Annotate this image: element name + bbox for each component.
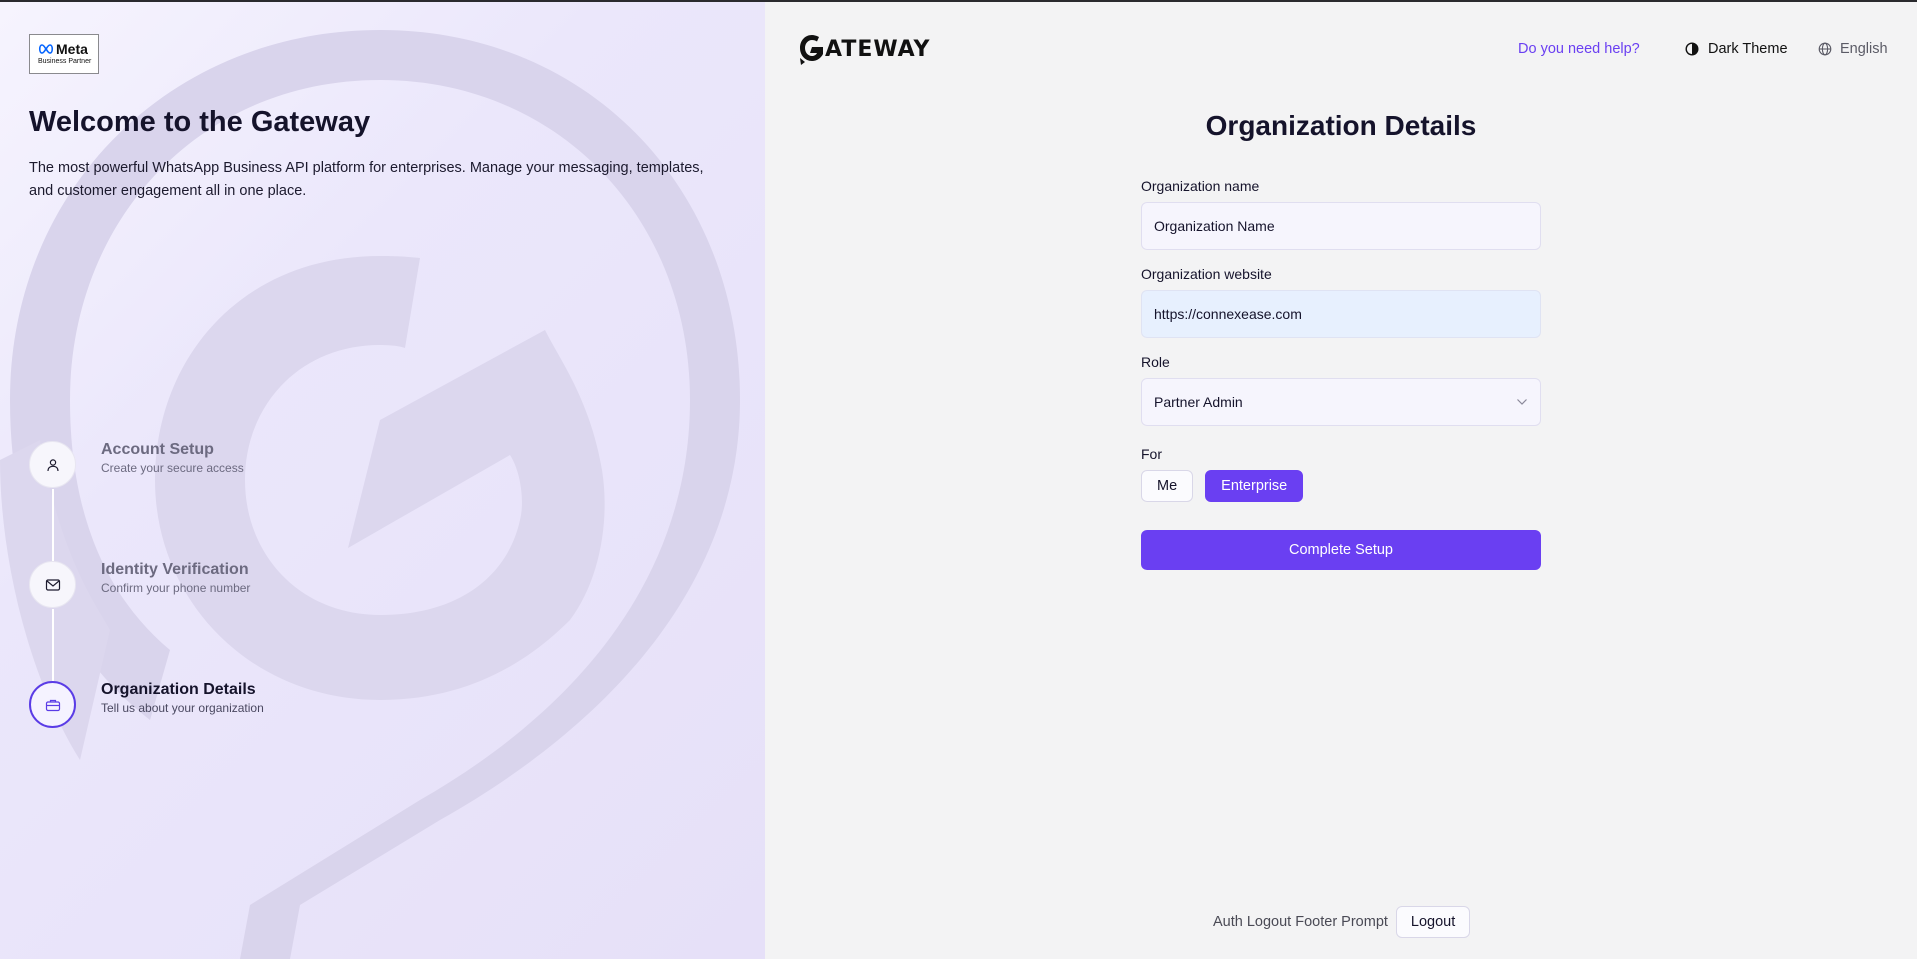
- org-website-label: Organization website: [1141, 266, 1272, 282]
- auth-footer: Auth Logout Footer Prompt Logout: [1213, 906, 1471, 938]
- theme-toggle-label: Dark Theme: [1708, 41, 1788, 57]
- globe-icon: [1818, 42, 1832, 56]
- step-connector: [52, 489, 54, 561]
- form-title: Organization Details: [1205, 110, 1477, 141]
- meta-infinity-icon: [38, 44, 54, 54]
- chevron-down-icon: [1517, 399, 1527, 405]
- for-option-enterprise[interactable]: Enterprise: [1205, 470, 1304, 502]
- role-selected-value: Partner Admin: [1154, 394, 1243, 410]
- step-connector: [52, 609, 54, 681]
- step-circle: [29, 561, 76, 608]
- welcome-title: Welcome to the Gateway: [29, 106, 371, 138]
- meta-business-partner-badge: Meta Business Partner: [29, 34, 99, 74]
- role-label: Role: [1141, 354, 1170, 370]
- role-select[interactable]: Partner Admin: [1141, 378, 1541, 426]
- gateway-logo: ATEWAY: [797, 32, 930, 66]
- org-website-field[interactable]: [1141, 290, 1541, 338]
- org-name-field[interactable]: [1141, 202, 1541, 250]
- welcome-intro: The most powerful WhatsApp Business API …: [29, 160, 704, 199]
- step-identity-verification: Identity Verification Confirm your phone…: [29, 561, 349, 609]
- for-toggle-group: Me Enterprise: [1141, 470, 1541, 502]
- gateway-wordmark: ATEWAY: [825, 36, 931, 62]
- step-description: Tell us about your organization: [101, 701, 264, 715]
- meta-badge-subtitle: Business Partner: [38, 58, 92, 65]
- complete-setup-button[interactable]: Complete Setup: [1141, 530, 1541, 570]
- language-label: English: [1840, 41, 1888, 57]
- step-circle-active: [29, 681, 76, 728]
- step-description: Create your secure access: [101, 461, 244, 475]
- gateway-g-icon: [800, 35, 823, 65]
- logout-button[interactable]: Logout: [1395, 906, 1471, 938]
- logout-footer-prompt: Auth Logout Footer Prompt: [1213, 914, 1388, 930]
- window-top-border: [0, 0, 1917, 2]
- step-title: Identity Verification: [101, 561, 249, 578]
- step-circle: [29, 441, 76, 488]
- org-name-label: Organization name: [1141, 178, 1260, 194]
- organization-form: Organization Details Organization name O…: [1141, 110, 1541, 570]
- user-icon: [46, 458, 59, 471]
- org-website-input[interactable]: [1154, 306, 1528, 322]
- welcome-panel: Meta Business Partner Welcome to the Gat…: [0, 0, 765, 959]
- briefcase-icon: [45, 699, 60, 711]
- step-title: Account Setup: [101, 441, 214, 458]
- form-panel: ATEWAY Do you need help? Dark Theme Engl…: [765, 0, 1917, 959]
- language-selector[interactable]: English: [1818, 41, 1888, 57]
- step-title: Organization Details: [101, 681, 256, 698]
- step-description: Confirm your phone number: [101, 581, 251, 595]
- for-label: For: [1141, 446, 1162, 462]
- help-link[interactable]: Do you need help?: [1518, 41, 1640, 57]
- mail-icon: [45, 578, 60, 591]
- step-account-setup: Account Setup Create your secure access: [29, 441, 349, 489]
- org-name-input[interactable]: [1154, 218, 1528, 234]
- contrast-icon: [1685, 42, 1699, 56]
- step-organization-details: Organization Details Tell us about your …: [29, 681, 349, 729]
- theme-toggle[interactable]: Dark Theme: [1685, 41, 1788, 57]
- meta-badge-word: Meta: [56, 41, 88, 57]
- for-option-me[interactable]: Me: [1141, 470, 1194, 502]
